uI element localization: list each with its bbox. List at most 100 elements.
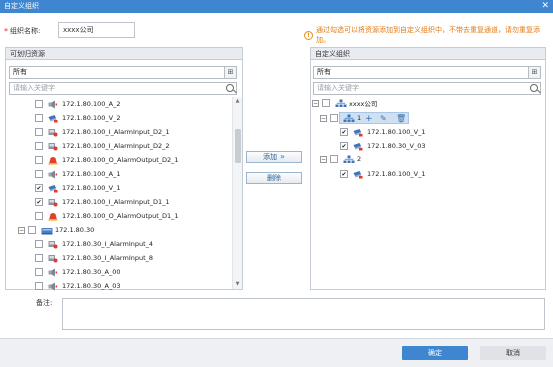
org-name-input[interactable]: xxxx公司 [58, 22, 135, 38]
add-button[interactable]: 添加» [246, 151, 302, 163]
tree-item[interactable]: 172.1.80.100_A_2 [35, 98, 121, 110]
item-checkbox[interactable] [35, 268, 43, 276]
tree-device-node[interactable]: − 172.1.80.30 [18, 224, 94, 236]
item-checkbox[interactable] [28, 226, 36, 234]
tree-root-node[interactable]: − xxxx公司 [312, 97, 377, 109]
warning-text: 通过勾选可以将资源添加到自定义组织中，不带去重复通道，请勿重复添加。 [315, 26, 540, 44]
custom-org-search-input[interactable]: 请输入关键字 [313, 82, 541, 95]
add-icon[interactable]: + [365, 115, 373, 124]
add-button-label: 添加 [263, 153, 278, 161]
org-icon [343, 155, 355, 164]
search-icon[interactable] [530, 84, 538, 92]
filter-grid-icon[interactable]: ⊞ [224, 67, 236, 78]
root-org-label: xxxx公司 [349, 100, 378, 108]
resource-tree-scrollbar[interactable]: ▲ ▼ [232, 97, 242, 289]
tree-item[interactable]: 172.1.80.30_I_AlarmInput_4 [35, 238, 153, 250]
collapse-icon[interactable]: − [18, 226, 25, 234]
edit-icon[interactable]: ✎ [380, 115, 387, 123]
alarm-input-icon [48, 240, 58, 249]
resource-search-placeholder: 请输入关键字 [13, 84, 55, 92]
item-checkbox[interactable] [35, 114, 43, 122]
tree-item[interactable]: 172.1.80.30_V_03 [340, 140, 426, 152]
scroll-thumb[interactable] [235, 129, 241, 163]
tree-item[interactable]: 172.1.80.30_A_03 [35, 280, 121, 292]
tree-item[interactable]: 172.1.80.100_V_2 [35, 112, 121, 124]
item-checkbox[interactable] [322, 99, 330, 107]
alarm-output-icon [48, 212, 58, 221]
custom-org-filter-value: 所有 [317, 68, 331, 76]
alarm-input-icon [48, 254, 58, 263]
warning-icon: ! [304, 30, 313, 40]
tree-group-node[interactable]: −2 [320, 153, 361, 165]
tree-item[interactable]: 172.1.80.30_A_00 [35, 266, 121, 278]
tree-item[interactable]: 172.1.80.100_A_1 [35, 168, 121, 180]
alarm-input-icon [48, 142, 58, 151]
item-checkbox[interactable] [35, 170, 43, 178]
item-label: 172.1.80.100_I_AlarmInput_D1_1 [62, 198, 170, 206]
delete-button[interactable]: 删除 [246, 172, 302, 184]
cancel-button[interactable]: 取消 [480, 346, 546, 360]
item-checkbox[interactable] [330, 114, 338, 122]
tree-item[interactable]: 172.1.80.100_V_1 [340, 168, 426, 180]
tree-item[interactable]: 172.1.80.100_I_AlarmInput_D2_2 [35, 140, 170, 152]
window-title: 自定义组织 [4, 2, 39, 10]
item-checkbox[interactable] [35, 100, 43, 108]
item-checkbox[interactable] [35, 184, 43, 192]
tree-item[interactable]: 172.1.80.100_I_AlarmInput_D1_1 [35, 196, 170, 208]
resource-filter-select[interactable]: 所有 ⊞ [9, 66, 237, 79]
notes-textarea[interactable] [62, 298, 545, 330]
warning-message: ! 通过勾选可以将资源添加到自定义组织中，不带去重复通道，请勿重复添加。 [304, 25, 553, 45]
item-checkbox[interactable] [330, 155, 338, 163]
close-icon[interactable]: ✕ [541, 0, 549, 13]
audio-channel-icon [48, 100, 58, 109]
scroll-down-icon[interactable]: ▼ [234, 281, 241, 288]
tree-item[interactable]: 172.1.80.100_O_AlarmOutput_D1_1 [35, 210, 179, 222]
tree-item[interactable]: 172.1.80.100_I_AlarmInput_D2_1 [35, 126, 170, 138]
audio-channel-icon [48, 282, 58, 291]
delete-button-label: 删除 [267, 174, 281, 182]
camera-channel-icon [353, 170, 363, 179]
filter-grid-icon[interactable]: ⊞ [528, 67, 540, 78]
item-label: 172.1.80.30_I_AlarmInput_8 [62, 254, 154, 262]
tree-item[interactable]: 172.1.80.100_V_1 [35, 182, 121, 194]
search-icon[interactable] [226, 84, 234, 92]
tree-item[interactable]: 172.1.80.30_I_AlarmInput_8 [35, 252, 153, 264]
item-checkbox[interactable] [35, 254, 43, 262]
custom-org-search-placeholder: 请输入关键字 [317, 84, 359, 92]
item-checkbox[interactable] [340, 128, 348, 136]
resource-search-input[interactable]: 请输入关键字 [9, 82, 237, 95]
camera-channel-icon [48, 184, 58, 193]
item-label: 172.1.80.100_V_1 [367, 128, 426, 136]
item-label: 172.1.80.30_A_00 [62, 268, 121, 276]
notes-label: 备注: [36, 299, 53, 307]
item-checkbox[interactable] [35, 142, 43, 150]
item-label: 172.1.80.30_A_03 [62, 282, 121, 290]
tree-group-node[interactable]: −1 [320, 112, 361, 124]
resource-panel-title: 可划归资源 [6, 48, 242, 60]
tree-item[interactable]: 172.1.80.100_V_1 [340, 126, 426, 138]
trash-icon[interactable]: 🗑 [396, 115, 406, 123]
item-checkbox[interactable] [35, 240, 43, 248]
alarm-input-icon [48, 198, 58, 207]
item-checkbox[interactable] [35, 212, 43, 220]
alarm-output-icon [48, 156, 58, 165]
item-checkbox[interactable] [35, 128, 43, 136]
item-checkbox[interactable] [340, 170, 348, 178]
collapse-icon[interactable]: − [312, 99, 319, 107]
tree-item[interactable]: 172.1.80.100_O_AlarmOutput_D2_1 [35, 154, 179, 166]
item-checkbox[interactable] [340, 142, 348, 150]
item-checkbox[interactable] [35, 282, 43, 290]
collapse-icon[interactable]: − [320, 114, 327, 122]
custom-org-filter-select[interactable]: 所有 ⊞ [313, 66, 541, 79]
org-icon [335, 99, 347, 108]
item-checkbox[interactable] [35, 198, 43, 206]
collapse-icon[interactable]: − [320, 155, 327, 163]
camera-channel-icon [353, 128, 363, 137]
custom-org-panel-title: 自定义组织 [311, 48, 545, 60]
item-label: 172.1.80.100_I_AlarmInput_D2_2 [62, 142, 170, 150]
scroll-up-icon[interactable]: ▲ [234, 98, 241, 105]
item-checkbox[interactable] [35, 156, 43, 164]
ok-button[interactable]: 确定 [402, 346, 468, 360]
device-icon [41, 226, 53, 235]
item-label: 172.1.80.100_V_2 [62, 114, 121, 122]
